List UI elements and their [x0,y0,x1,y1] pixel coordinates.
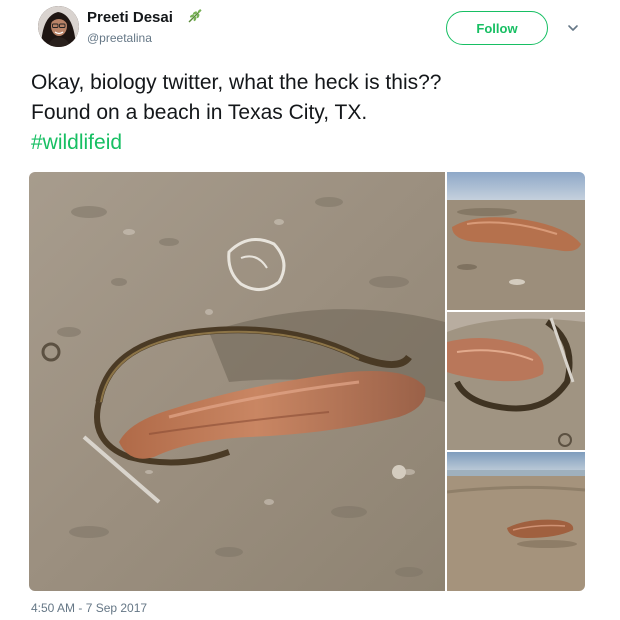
tweet-text-line: Found on a beach in Texas City, TX. [31,101,368,124]
follow-button[interactable]: Follow [446,11,548,45]
leaf-sprig-icon [188,9,202,23]
chevron-down-icon[interactable] [566,21,580,35]
timestamp[interactable]: 4:50 AM - 7 Sep 2017 [31,601,147,615]
tweet-card: Preeti Desai @preetalina Follow Okay, bi… [0,0,620,620]
hashtag-link[interactable]: #wildlifeid [31,128,591,158]
author-name[interactable]: Preeti Desai [87,9,173,26]
tweet-text-line: Okay, biology twitter, what the heck is … [31,71,442,94]
author-handle[interactable]: @preetalina [87,31,152,45]
tweet-text: Okay, biology twitter, what the heck is … [31,68,591,158]
photo-thumbnail[interactable] [447,312,585,450]
photo-thumbnail[interactable] [447,172,585,310]
photo-thumbnail[interactable] [447,452,585,591]
photo-main[interactable] [29,172,445,591]
media-grid [29,172,585,591]
avatar[interactable] [38,6,79,47]
